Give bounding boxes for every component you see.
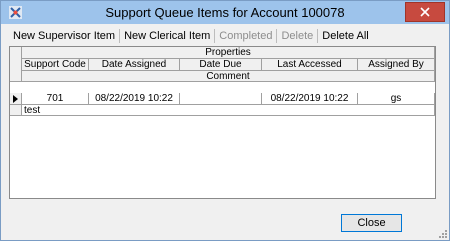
- window-title: Support Queue Items for Account 100078: [105, 5, 345, 20]
- close-icon: [420, 7, 430, 17]
- delete-button[interactable]: Delete: [277, 28, 317, 44]
- cell-comment[interactable]: test: [22, 105, 435, 116]
- cell-support-code[interactable]: 701: [22, 93, 89, 105]
- title-bar[interactable]: Support Queue Items for Account 100078: [1, 1, 449, 24]
- new-clerical-item-button[interactable]: New Clerical Item: [120, 28, 214, 44]
- column-header-date-assigned[interactable]: Date Assigned: [89, 59, 180, 71]
- row-selector[interactable]: [10, 93, 22, 105]
- completed-button[interactable]: Completed: [215, 28, 276, 44]
- cell-last-accessed[interactable]: 08/22/2019 10:22: [262, 93, 358, 105]
- cell-assigned-by[interactable]: gs: [358, 93, 435, 105]
- support-queue-window: Support Queue Items for Account 100078 N…: [0, 0, 450, 241]
- resize-grip-icon[interactable]: [438, 229, 447, 238]
- column-header-assigned-by[interactable]: Assigned By: [358, 59, 435, 71]
- row-selector-comment[interactable]: [10, 105, 22, 116]
- window-close-button[interactable]: [405, 2, 445, 22]
- close-button[interactable]: Close: [341, 214, 402, 232]
- delete-all-button[interactable]: Delete All: [318, 28, 372, 44]
- cell-date-due[interactable]: [180, 93, 262, 105]
- row-header-corner: [10, 47, 22, 82]
- cell-date-assigned[interactable]: 08/22/2019 10:22: [89, 93, 180, 105]
- properties-band-header: Properties: [22, 47, 435, 59]
- column-header-support-code[interactable]: Support Code: [22, 59, 89, 71]
- column-header-last-accessed[interactable]: Last Accessed: [262, 59, 358, 71]
- support-queue-grid[interactable]: Properties Support Code Date Assigned Da…: [9, 46, 436, 199]
- toolbar: New Supervisor Item New Clerical Item Co…: [9, 27, 373, 45]
- current-row-arrow-icon: [13, 95, 18, 103]
- comment-header: Comment: [22, 71, 435, 82]
- column-header-date-due[interactable]: Date Due: [180, 59, 262, 71]
- new-supervisor-item-button[interactable]: New Supervisor Item: [9, 28, 119, 44]
